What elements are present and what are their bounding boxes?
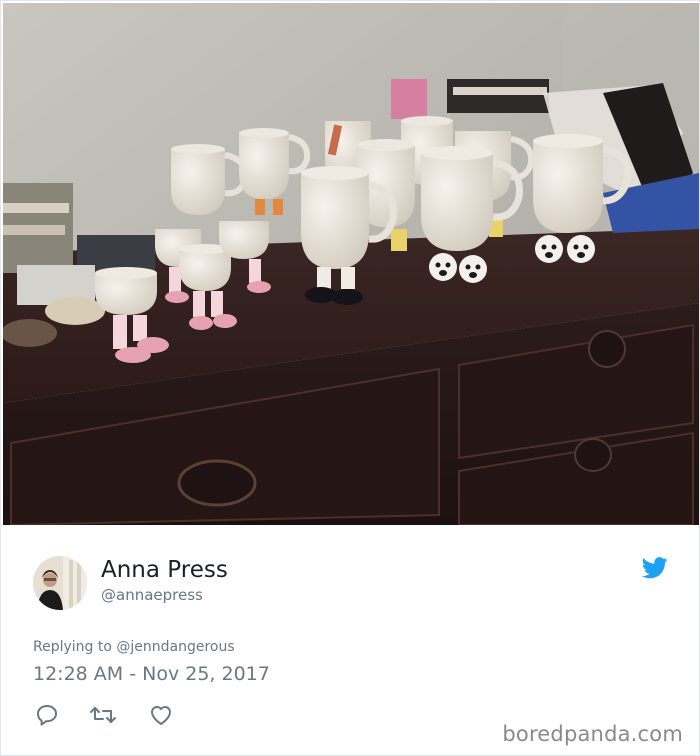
replying-to-prefix: Replying to [33, 639, 117, 655]
mugs-photo-illustration [3, 3, 699, 525]
tweet-photo[interactable] [3, 3, 699, 525]
avatar-photo-icon [33, 556, 87, 610]
reply-mention-link[interactable]: @jenndangerous [116, 639, 234, 655]
twitter-bird-icon[interactable] [641, 557, 668, 579]
tweet-timestamp[interactable]: 12:28 AM - Nov 25, 2017 [33, 663, 270, 685]
retweet-icon[interactable] [89, 701, 117, 729]
user-handle[interactable]: @annaepress [101, 586, 203, 604]
avatar[interactable] [33, 556, 87, 610]
watermark: boredpanda.com [502, 722, 683, 746]
display-name[interactable]: Anna Press [101, 557, 228, 583]
like-icon[interactable] [147, 701, 175, 729]
replying-to: Replying to @jenndangerous [33, 639, 235, 655]
reply-icon[interactable] [33, 701, 61, 729]
tweet-card: Anna Press @annaepress Replying to @jenn… [0, 0, 700, 756]
